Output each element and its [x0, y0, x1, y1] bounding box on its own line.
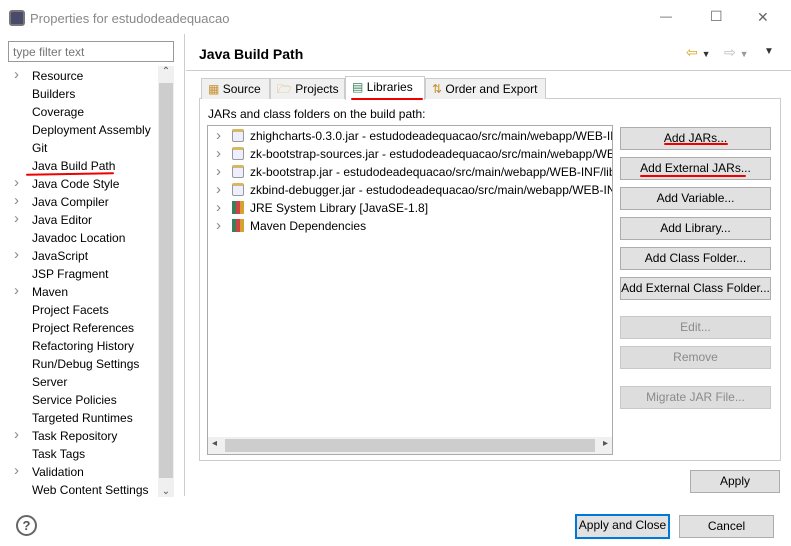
help-icon[interactable]: ?: [16, 515, 37, 536]
apply-button[interactable]: Apply: [690, 470, 780, 493]
expand-chevron-icon[interactable]: ›: [216, 163, 232, 181]
tab-projects[interactable]: 🗁 Projects: [270, 78, 345, 99]
add-external-class-folder-button[interactable]: Add External Class Folder...: [620, 277, 771, 300]
library-entry[interactable]: › zk-bootstrap-sources.jar - estudodeadeq…: [216, 145, 612, 163]
scroll-thumb[interactable]: [159, 83, 173, 478]
expand-chevron-icon[interactable]: ›: [216, 145, 232, 163]
jar-icon: [232, 183, 244, 196]
library-icon: [232, 219, 244, 232]
sidebar-item[interactable]: Deployment Assembly: [32, 121, 151, 139]
expand-chevron-icon[interactable]: ›: [14, 462, 19, 479]
expand-chevron-icon[interactable]: ›: [216, 127, 232, 145]
expand-chevron-icon[interactable]: ›: [14, 426, 19, 443]
sidebar-item[interactable]: Resource: [32, 67, 83, 85]
sidebar-item[interactable]: Server: [32, 373, 67, 391]
scroll-right-icon[interactable]: ▸: [603, 438, 608, 449]
expand-chevron-icon[interactable]: ›: [14, 174, 19, 191]
library-entry[interactable]: › JRE System Library [JavaSE-1.8]: [216, 199, 612, 217]
scroll-thumb[interactable]: [225, 439, 595, 452]
sidebar-item[interactable]: Run/Debug Settings: [32, 355, 139, 373]
cancel-button[interactable]: Cancel: [679, 515, 774, 538]
back-icon[interactable]: ⇦ ▼: [686, 44, 711, 61]
scroll-down-icon[interactable]: ⌄: [158, 486, 174, 497]
sidebar-item[interactable]: Project Facets: [32, 301, 109, 319]
expand-chevron-icon[interactable]: ›: [14, 282, 19, 299]
sidebar-item[interactable]: Java Code Style: [32, 175, 119, 193]
edit-button[interactable]: Edit...: [620, 316, 771, 339]
apply-and-close-button[interactable]: Apply and Close: [575, 514, 670, 539]
sidebar-item[interactable]: Targeted Runtimes: [32, 409, 133, 427]
sidebar-item[interactable]: Git: [32, 139, 47, 157]
sidebar-item[interactable]: Maven: [32, 283, 68, 301]
libraries-caption: JARs and class folders on the build path…: [208, 107, 426, 121]
annotation-underline: [640, 175, 746, 177]
sidebar-item[interactable]: Validation: [32, 463, 84, 481]
tab-libraries[interactable]: ▤ Libraries: [345, 76, 425, 100]
tab-source[interactable]: ▦ Source: [201, 78, 270, 99]
library-entry[interactable]: › zkbind-debugger.jar - estudodeadequacao…: [216, 181, 612, 199]
pane-divider: [184, 34, 185, 496]
order-icon: ⇅: [432, 82, 443, 96]
annotation-underline: [351, 98, 423, 100]
library-entry[interactable]: › zk-bootstrap.jar - estudodeadequacao/sr…: [216, 163, 612, 181]
sidebar-item[interactable]: Service Policies: [32, 391, 117, 409]
expand-chevron-icon[interactable]: ›: [14, 66, 19, 83]
expand-chevron-icon[interactable]: ›: [216, 199, 232, 217]
expand-chevron-icon[interactable]: ›: [14, 246, 19, 263]
sidebar-item[interactable]: Builders: [32, 85, 75, 103]
scroll-left-icon[interactable]: ◂: [212, 438, 217, 449]
filter-input[interactable]: [8, 41, 174, 62]
minimize-button[interactable]: —: [660, 9, 672, 23]
jar-icon: [232, 129, 244, 142]
sidebar-item[interactable]: Coverage: [32, 103, 84, 121]
jar-icon: [232, 147, 244, 160]
expand-chevron-icon[interactable]: ›: [216, 181, 232, 199]
add-library-button[interactable]: Add Library...: [620, 217, 771, 240]
forward-icon[interactable]: ⇨ ▼: [724, 44, 749, 61]
horizontal-scrollbar[interactable]: ◂ ▸: [208, 437, 612, 454]
sidebar-item[interactable]: Refactoring History: [32, 337, 134, 355]
app-icon: [9, 10, 25, 26]
sidebar-item[interactable]: Java Compiler: [32, 193, 109, 211]
tab-order-export[interactable]: ⇅ Order and Export: [425, 78, 546, 99]
window-title: Properties for estudodeadequacao: [30, 11, 230, 26]
expand-chevron-icon[interactable]: ›: [14, 210, 19, 227]
view-menu-icon[interactable]: ▼: [764, 46, 774, 57]
header-separator: [186, 70, 791, 71]
library-icon: [232, 201, 244, 214]
library-entry[interactable]: › zhighcharts-0.3.0.jar - estudodeadequac…: [216, 127, 612, 145]
scroll-up-icon[interactable]: ⌃: [158, 66, 174, 77]
add-class-folder-button[interactable]: Add Class Folder...: [620, 247, 771, 270]
library-icon: ▤: [352, 80, 364, 94]
folder-icon: 🗁: [277, 82, 292, 96]
page-title: Java Build Path: [199, 46, 304, 62]
sidebar-item[interactable]: Project References: [32, 319, 134, 337]
add-jars-button[interactable]: Add JARs...: [620, 127, 771, 150]
add-variable-button[interactable]: Add Variable...: [620, 187, 771, 210]
sidebar-item[interactable]: Task Repository: [32, 427, 117, 445]
sidebar-item[interactable]: JSP Fragment: [32, 265, 108, 283]
expand-chevron-icon[interactable]: ›: [14, 192, 19, 209]
sidebar-item[interactable]: Task Tags: [32, 445, 85, 463]
expand-chevron-icon[interactable]: ›: [216, 217, 232, 235]
sidebar-item[interactable]: Java Editor: [32, 211, 92, 229]
source-folder-icon: ▦: [208, 82, 220, 96]
sidebar-scrollbar[interactable]: ⌃ ⌄: [158, 66, 174, 497]
close-button[interactable]: ✕: [757, 9, 769, 26]
sidebar-item[interactable]: Javadoc Location: [32, 229, 125, 247]
sidebar-item[interactable]: Web Content Settings: [32, 481, 149, 499]
migrate-button[interactable]: Migrate JAR File...: [620, 386, 771, 409]
sidebar-item[interactable]: JavaScript: [32, 247, 88, 265]
maximize-button[interactable]: ☐: [710, 8, 723, 25]
remove-button[interactable]: Remove: [620, 346, 771, 369]
annotation-underline: [664, 143, 728, 145]
library-entry[interactable]: › Maven Dependencies: [216, 217, 612, 235]
jar-icon: [232, 165, 244, 178]
